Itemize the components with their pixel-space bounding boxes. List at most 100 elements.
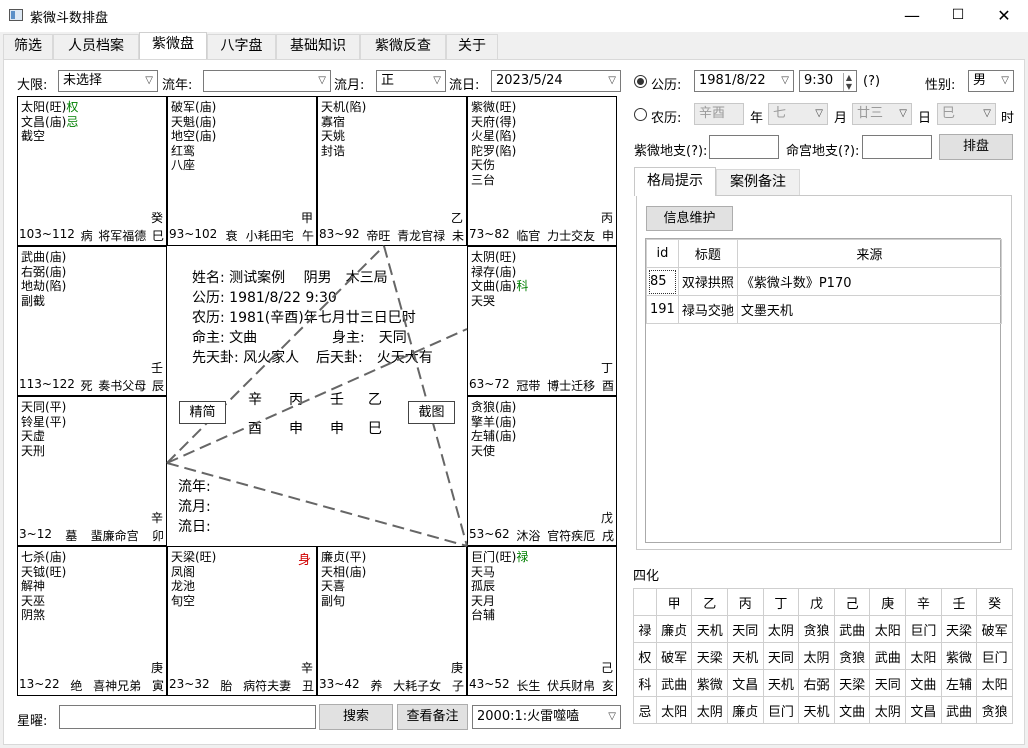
liuri-date-picker[interactable]: 2023/5/24 ▽ [491, 70, 621, 92]
star-item: 陀罗(陷) [471, 144, 516, 159]
tab-case-notes[interactable]: 案例备注 [716, 169, 800, 195]
maximize-button[interactable]: ☐ [935, 0, 981, 32]
star-item: 阴煞 [21, 608, 66, 623]
ming-branch-input[interactable] [862, 135, 932, 159]
simplify-button[interactable]: 精简 [179, 401, 226, 424]
star-name: 陀罗(陷) [471, 143, 517, 158]
palace-亥[interactable]: 巨门(旺)禄 天马 孤辰 天月 台辅己 43~52 长生 伏兵财帛亥 [467, 546, 617, 696]
search-button[interactable]: 搜索 [319, 704, 393, 730]
minimize-button[interactable]: — [889, 0, 935, 32]
ziwei-branch-input[interactable] [709, 135, 779, 159]
star-item: 八座 [171, 158, 216, 173]
close-button[interactable]: ✕ [981, 0, 1027, 32]
lunar-month-select[interactable]: 七 ▽ [768, 103, 828, 125]
tab-filter[interactable]: 筛选 [3, 34, 53, 59]
time-help[interactable]: (?) [863, 74, 880, 89]
star-item: 右弼(庙) [21, 265, 66, 280]
column-header[interactable]: id [646, 239, 679, 268]
shen-palace-mark: 身 [297, 553, 311, 568]
sihua-mark: 权 [66, 100, 79, 114]
center-solar: 公历: 1981/8/22 9:30 [192, 290, 337, 306]
star-item: 文曲(庙)科 [471, 279, 528, 294]
palace-未[interactable]: 天机(陷) 寡宿 天姚 封诰乙 83~92 帝旺 青龙官禄未 [317, 96, 467, 246]
palace-戌[interactable]: 贪狼(庙) 擎羊(庙) 左辅(庙) 天使戊 53~62 沐浴 官符疾厄戌 [467, 396, 617, 546]
lunar-year-input[interactable]: 辛酉 [694, 103, 744, 125]
lunar-day-select[interactable]: 廿三 ▽ [852, 103, 912, 125]
sihua-cell: 天机 [762, 669, 800, 697]
tab-ziwei[interactable]: 紫微盘 [139, 32, 207, 60]
palace-state: 胎 [220, 679, 233, 693]
cell-source[interactable]: 文墨天机 [736, 295, 1003, 324]
table-row[interactable]: 191 禄马交驰 文墨天机 [646, 295, 1003, 324]
palace-branch: 巳 [151, 229, 164, 243]
center-houtian: 后天卦: 火天大有 [316, 350, 433, 366]
star-item: 地劫(陷) [21, 279, 66, 294]
daxian-select[interactable]: 未选择 ▽ [58, 70, 158, 92]
gender-select[interactable]: 男 ▽ [968, 70, 1014, 92]
palace-巳[interactable]: 太阳(旺)权 文昌(庙)忌 截空癸 103~112 病将军福德巳 [17, 96, 167, 246]
palace-branch: 辰 [151, 379, 164, 393]
paipan-button[interactable]: 排盘 [939, 134, 1013, 160]
sihua-cell: 太阴 [762, 615, 800, 643]
tab-basics[interactable]: 基础知识 [276, 34, 360, 59]
lunar-hour-select[interactable]: 巳 ▽ [937, 103, 996, 125]
sihua-cell: 紫微 [691, 669, 728, 697]
cell-title[interactable]: 双禄拱照 [677, 267, 738, 296]
cell-id[interactable]: 85 [646, 267, 679, 296]
table-row[interactable]: 85 双禄拱照 《紫微斗数》P170 [646, 267, 1003, 296]
chevron-down-icon: ▽ [318, 75, 326, 86]
star-name: 廉贞(平) [321, 550, 367, 564]
center-ming-zhu: 命主: 文曲 [192, 330, 258, 346]
sihua-cell: 太阴 [691, 696, 728, 724]
view-notes-button[interactable]: 查看备注 [397, 704, 468, 730]
palace-range: 23~32 [169, 677, 210, 691]
palace-子[interactable]: 廉贞(平) 天相(庙) 天喜 副旬庚 33~42 养大耗子女子 [317, 546, 467, 696]
gua-select[interactable]: 2000:1:火雷噬嗑 ▽ [472, 705, 621, 729]
palace-branch: 亥 [601, 679, 614, 693]
star-list: 贪狼(庙) 擎羊(庙) 左辅(庙) 天使 [471, 400, 516, 458]
palace-range: 73~82 [469, 227, 510, 241]
star-item: 天马 [471, 565, 528, 580]
palace-午[interactable]: 破军(庙) 天魁(庙) 地空(庙) 红鸾 八座甲 93~102 衰小耗田宅午 [167, 96, 317, 246]
tab-about[interactable]: 关于 [446, 34, 498, 59]
main-tabbar: 筛选 人员档案 紫微盘 八字盘 基础知识 紫微反查 关于 [0, 32, 1028, 60]
liunian-select[interactable]: ▽ [203, 70, 331, 92]
tab-bazi[interactable]: 八字盘 [207, 34, 276, 59]
spinner-arrows-icon[interactable]: ▲ ▼ [842, 73, 852, 91]
palace-辰[interactable]: 武曲(庙) 右弼(庙) 地劫(陷) 副截壬 113~122 死奏书父母辰 [17, 246, 167, 396]
star-list: 廉贞(平) 天相(庙) 天喜 副旬 [321, 550, 366, 608]
palace-酉[interactable]: 太阴(旺) 禄存(庙) 文曲(庙)科 天哭丁 63~72 冠带 博士迁移酉 [467, 246, 617, 396]
sihua-cell: 左辅 [940, 669, 978, 697]
palace-寅[interactable]: 七杀(庙) 天钺(旺) 解神 天巫 阴煞庚 13~22 绝喜神兄弟寅 [17, 546, 167, 696]
solar-radio[interactable] [634, 75, 647, 88]
cell-id[interactable]: 191 [646, 295, 679, 324]
star-name: 擎羊(庙) [471, 414, 517, 429]
cell-source[interactable]: 《紫微斗数》P170 [736, 267, 1003, 296]
column-header[interactable]: 来源 [736, 239, 1003, 268]
xingyao-input[interactable] [59, 705, 316, 729]
liuyue-select[interactable]: 正 ▽ [376, 70, 446, 92]
hour-unit: 时 [1001, 111, 1015, 126]
solar-date-picker[interactable]: 1981/8/22 ▽ [694, 70, 794, 92]
sihua-cell: 文昌 [905, 696, 942, 724]
column-header[interactable]: 标题 [677, 239, 738, 268]
screenshot-button[interactable]: 截图 [408, 401, 455, 424]
solar-time-spinner[interactable]: 9:30 ▲ ▼ [799, 70, 857, 92]
star-name: 天伤 [471, 158, 496, 172]
palace-卯[interactable]: 天同(平) 铃星(平) 天虚 天刑辛 3~12 墓蜚廉命宫卯 [17, 396, 167, 546]
palace-gods: 伏兵财帛 [547, 679, 596, 693]
palace-申[interactable]: 紫微(旺) 天府(得) 火星(陷) 陀罗(陷) 天伤 三台丙 73~82 临官 力士交友申 [467, 96, 617, 246]
branch-month: 申 [289, 421, 303, 437]
palace-丑[interactable]: 天梁(旺) 凤阁 龙池 旬空 身辛 23~32 胎病符夫妻丑 [167, 546, 317, 696]
tab-reverse[interactable]: 紫微反查 [360, 34, 446, 59]
sihua-stem-header: 戊 [798, 588, 835, 616]
liuri-value: 2023/5/24 [496, 73, 563, 88]
tab-people[interactable]: 人员档案 [53, 34, 139, 59]
info-maintain-button[interactable]: 信息维护 [646, 206, 733, 231]
sihua-stem-header: 丙 [727, 588, 764, 616]
star-name: 天相(庙) [321, 564, 367, 579]
palace-stem: 丁 [600, 361, 613, 375]
tab-pattern[interactable]: 格局提示 [634, 167, 716, 196]
cell-title[interactable]: 禄马交驰 [677, 295, 738, 324]
lunar-radio[interactable] [634, 108, 647, 121]
